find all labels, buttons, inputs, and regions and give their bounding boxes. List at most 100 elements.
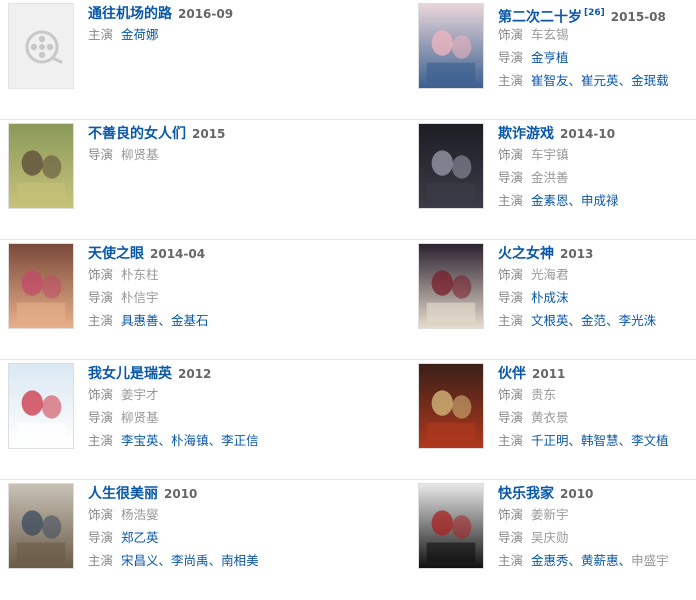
movie-poster[interactable] bbox=[418, 123, 484, 209]
person-link[interactable]: 金惠秀 bbox=[531, 553, 569, 568]
movie-title-link[interactable]: 人生很美丽 bbox=[88, 486, 158, 502]
credit-role: 饰演 bbox=[498, 27, 524, 42]
credit-line: 主演 金惠秀、黄薪惠、申盛宇 bbox=[498, 549, 669, 572]
credit-line: 饰演 车宇镇 bbox=[498, 143, 619, 166]
credit-role: 主演 bbox=[498, 73, 524, 88]
movie-title-link[interactable]: 我女儿是瑞英 bbox=[88, 366, 172, 382]
person-link[interactable]: 李光洙 bbox=[619, 313, 657, 328]
person-link[interactable]: 金亨植 bbox=[531, 50, 569, 65]
credit-role: 饰演 bbox=[498, 507, 524, 522]
poster-image bbox=[419, 4, 483, 88]
poster-image bbox=[419, 244, 483, 328]
credit-line: 主演 具惠善、金基石 bbox=[88, 309, 209, 332]
movie-item: 火之女神 2013 饰演 光海君 导演 朴成沫 主演 文根英、金范、李光洙 bbox=[418, 240, 696, 360]
person-link[interactable]: 申成禄 bbox=[581, 193, 619, 208]
credit-line: 主演 金素恩、申成禄 bbox=[498, 189, 619, 212]
citation-link[interactable]: [26] bbox=[584, 8, 605, 18]
movie-poster[interactable] bbox=[418, 363, 484, 449]
movie-row: 通往机场的路 2016-09 主演 金荷娜 第二次二十岁 [26] 2015-08 饰演 车玄… bbox=[0, 0, 696, 120]
title-line: 欺诈游戏 2014-10 bbox=[498, 123, 619, 143]
credit-role: 饰演 bbox=[88, 507, 114, 522]
movie-title-link[interactable]: 欺诈游戏 bbox=[498, 126, 554, 142]
person-link[interactable]: 黄薪惠 bbox=[581, 553, 619, 568]
person-link[interactable]: 宋昌义 bbox=[121, 553, 159, 568]
name-separator: 、 bbox=[618, 73, 632, 88]
person-link[interactable]: 文根英 bbox=[531, 313, 569, 328]
poster-placeholder[interactable] bbox=[8, 3, 74, 89]
release-date: 2015-08 bbox=[610, 10, 666, 25]
credit-role: 导演 bbox=[498, 410, 524, 425]
person-name: 姜新宇 bbox=[531, 507, 569, 522]
person-name: 柳贤基 bbox=[121, 410, 159, 425]
title-line: 火之女神 2013 bbox=[498, 243, 656, 263]
credit-role: 饰演 bbox=[88, 267, 114, 282]
movie-poster[interactable] bbox=[418, 3, 484, 89]
movie-row: 人生很美丽 2010 饰演 杨浩燮 导演 郑乙英 主演 宋昌义、李尚禹、南相美 快乐我家 201… bbox=[0, 480, 696, 600]
movie-item: 天使之眼 2014-04 饰演 朴东柱 导演 朴信宇 主演 具惠善、金基石 bbox=[8, 240, 338, 360]
movie-poster[interactable] bbox=[8, 483, 74, 569]
credit-line: 导演 金亨植 bbox=[498, 46, 669, 69]
person-link[interactable]: 金珉载 bbox=[631, 73, 669, 88]
movie-item: 我女儿是瑞英 2012 饰演 姜宇才 导演 柳贤基 主演 李宝英、朴海镇、李正信 bbox=[8, 360, 338, 480]
credit-role: 导演 bbox=[498, 530, 524, 545]
movie-title-link[interactable]: 不善良的女人们 bbox=[88, 126, 186, 142]
person-name: 朴信宇 bbox=[121, 290, 159, 305]
person-name: 吴庆勋 bbox=[531, 530, 569, 545]
person-link[interactable]: 崔元英 bbox=[581, 73, 619, 88]
credit-role: 导演 bbox=[88, 290, 114, 305]
credit-role: 主演 bbox=[88, 433, 114, 448]
movie-title-link[interactable]: 伙伴 bbox=[498, 366, 526, 382]
movie-title-link[interactable]: 天使之眼 bbox=[88, 246, 144, 262]
person-link[interactable]: 李宝英 bbox=[121, 433, 159, 448]
movie-poster[interactable] bbox=[8, 243, 74, 329]
person-link[interactable]: 具惠善 bbox=[121, 313, 159, 328]
release-date: 2012 bbox=[178, 367, 212, 381]
person-link[interactable]: 李正信 bbox=[221, 433, 259, 448]
movie-title-link[interactable]: 快乐我家 bbox=[498, 486, 554, 502]
credit-role: 饰演 bbox=[498, 267, 524, 282]
person-link[interactable]: 崔智友 bbox=[531, 73, 569, 88]
person-link[interactable]: 李尚禹 bbox=[171, 553, 209, 568]
name-separator: 、 bbox=[158, 553, 172, 568]
person-link[interactable]: 韩智慧 bbox=[581, 433, 619, 448]
person-link[interactable]: 千正明 bbox=[531, 433, 569, 448]
person-link[interactable]: 朴海镇 bbox=[171, 433, 209, 448]
name-separator: 、 bbox=[568, 313, 582, 328]
person-link[interactable]: 金荷娜 bbox=[121, 27, 159, 42]
movie-title-link[interactable]: 通往机场的路 bbox=[88, 6, 172, 22]
title-line: 伙伴 2011 bbox=[498, 363, 669, 383]
credit-line: 主演 崔智友、崔元英、金珉载 bbox=[498, 69, 669, 92]
name-separator: 、 bbox=[568, 73, 582, 88]
name-separator: 、 bbox=[208, 553, 222, 568]
person-name: 光海君 bbox=[531, 267, 569, 282]
movie-title-link[interactable]: 火之女神 bbox=[498, 246, 554, 262]
title-line: 我女儿是瑞英 2012 bbox=[88, 363, 259, 383]
person-link[interactable]: 郑乙英 bbox=[121, 530, 159, 545]
movie-item: 第二次二十岁 [26] 2015-08 饰演 车玄锡 导演 金亨植 主演 崔智友、崔元英、金珉载 bbox=[418, 0, 696, 120]
person-link[interactable]: 李文植 bbox=[631, 433, 669, 448]
person-link[interactable]: 南相美 bbox=[221, 553, 259, 568]
title-line: 天使之眼 2014-04 bbox=[88, 243, 209, 263]
movie-info: 人生很美丽 2010 饰演 杨浩燮 导演 郑乙英 主演 宋昌义、李尚禹、南相美 bbox=[88, 483, 259, 572]
person-link[interactable]: 金基石 bbox=[171, 313, 209, 328]
credit-role: 主演 bbox=[498, 553, 524, 568]
movie-poster[interactable] bbox=[418, 243, 484, 329]
credit-line: 导演 朴信宇 bbox=[88, 286, 209, 309]
credit-line: 导演 金洪善 bbox=[498, 166, 619, 189]
movie-poster[interactable] bbox=[8, 123, 74, 209]
movie-poster[interactable] bbox=[8, 363, 74, 449]
credit-role: 主演 bbox=[498, 313, 524, 328]
name-separator: 、 bbox=[208, 433, 222, 448]
person-name: 黄衣景 bbox=[531, 410, 569, 425]
movie-item: 不善良的女人们 2015 导演 柳贤基 bbox=[8, 120, 338, 240]
person-link[interactable]: 金素恩 bbox=[531, 193, 569, 208]
credit-role: 饰演 bbox=[88, 387, 114, 402]
movie-poster[interactable] bbox=[418, 483, 484, 569]
person-link[interactable]: 朴成沫 bbox=[531, 290, 569, 305]
person-link[interactable]: 金范 bbox=[581, 313, 606, 328]
release-date: 2011 bbox=[532, 367, 566, 381]
title-line: 通往机场的路 2016-09 bbox=[88, 3, 233, 23]
movie-row: 不善良的女人们 2015 导演 柳贤基 欺诈游戏 2014-10 饰演 车宇镇 导演 金洪善 主演… bbox=[0, 120, 696, 240]
credit-line: 导演 朴成沫 bbox=[498, 286, 656, 309]
movie-info: 我女儿是瑞英 2012 饰演 姜宇才 导演 柳贤基 主演 李宝英、朴海镇、李正信 bbox=[88, 363, 259, 452]
